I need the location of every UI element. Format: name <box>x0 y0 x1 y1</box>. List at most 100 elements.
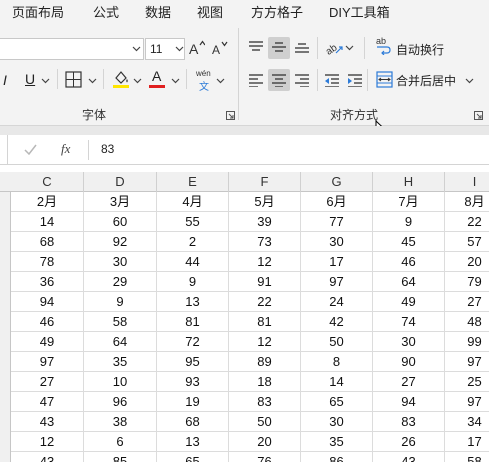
cell[interactable]: 85 <box>84 452 157 462</box>
column-header-e[interactable]: E <box>157 172 229 192</box>
cell[interactable]: 12 <box>11 432 84 452</box>
cell[interactable]: 49 <box>11 332 84 352</box>
cell[interactable]: 94 <box>373 392 445 412</box>
cell[interactable]: 19 <box>157 392 229 412</box>
cell[interactable]: 17 <box>301 252 373 272</box>
cell[interactable]: 34 <box>445 412 489 432</box>
cell[interactable]: 30 <box>84 252 157 272</box>
cell[interactable]: 64 <box>84 332 157 352</box>
cell[interactable]: 65 <box>157 452 229 462</box>
cell[interactable]: 64 <box>373 272 445 292</box>
cell[interactable]: 20 <box>445 252 489 272</box>
cell[interactable]: 7月 <box>373 192 445 212</box>
borders-icon[interactable] <box>65 71 82 88</box>
cell[interactable]: 2 <box>157 232 229 252</box>
cell[interactable]: 57 <box>445 232 489 252</box>
cell[interactable]: 96 <box>84 392 157 412</box>
cell[interactable]: 17 <box>445 432 489 452</box>
cell[interactable]: 65 <box>301 392 373 412</box>
cell[interactable]: 8 <box>301 352 373 372</box>
cell[interactable]: 73 <box>229 232 301 252</box>
phonetic-guide-bottom[interactable]: 文 <box>199 78 209 93</box>
cell[interactable]: 97 <box>11 352 84 372</box>
cell[interactable]: 94 <box>11 292 84 312</box>
tab-diy-toolbox[interactable]: DIY工具箱 <box>329 2 390 21</box>
cell[interactable]: 47 <box>11 392 84 412</box>
cell[interactable]: 42 <box>301 312 373 332</box>
align-left-icon[interactable] <box>248 73 264 87</box>
formula-input[interactable]: 83 <box>101 142 114 156</box>
cell[interactable]: 86 <box>301 452 373 462</box>
tab-formulas[interactable]: 公式 <box>93 2 119 21</box>
italic-button[interactable]: I <box>3 72 7 88</box>
chevron-down-icon[interactable] <box>132 46 141 52</box>
column-header-i[interactable]: I <box>445 172 489 192</box>
cell[interactable]: 72 <box>157 332 229 352</box>
cell[interactable]: 10 <box>84 372 157 392</box>
cell[interactable]: 22 <box>445 212 489 232</box>
cell[interactable]: 9 <box>157 272 229 292</box>
font-size-combobox[interactable]: 11 <box>145 38 185 60</box>
chevron-down-icon[interactable] <box>345 45 354 51</box>
cell[interactable]: 83 <box>373 412 445 432</box>
cell[interactable]: 3月 <box>84 192 157 212</box>
cell[interactable]: 77 <box>301 212 373 232</box>
tab-data[interactable]: 数据 <box>145 2 171 21</box>
cell[interactable]: 91 <box>229 272 301 292</box>
cell[interactable]: 68 <box>11 232 84 252</box>
cell[interactable]: 24 <box>301 292 373 312</box>
cell[interactable]: 29 <box>84 272 157 292</box>
decrease-font-size-icon[interactable]: A <box>212 40 228 56</box>
cell[interactable]: 55 <box>157 212 229 232</box>
cell[interactable]: 25 <box>445 372 489 392</box>
cell[interactable]: 58 <box>445 452 489 462</box>
cell[interactable]: 46 <box>11 312 84 332</box>
cell[interactable]: 22 <box>229 292 301 312</box>
tab-fangfang[interactable]: 方方格子 <box>251 2 303 21</box>
chevron-down-icon[interactable] <box>175 46 184 52</box>
cell[interactable]: 27 <box>445 292 489 312</box>
fill-color-icon[interactable] <box>112 69 130 89</box>
font-name-combobox[interactable] <box>0 38 144 60</box>
cell[interactable]: 6 <box>84 432 157 452</box>
decrease-indent-icon[interactable] <box>324 73 340 87</box>
cell[interactable]: 13 <box>157 432 229 452</box>
cell[interactable]: 43 <box>11 412 84 432</box>
cell[interactable]: 83 <box>229 392 301 412</box>
cell[interactable]: 81 <box>229 312 301 332</box>
cell[interactable]: 14 <box>301 372 373 392</box>
cell[interactable]: 74 <box>373 312 445 332</box>
cell[interactable]: 44 <box>157 252 229 272</box>
alignment-dialog-launcher-icon[interactable] <box>474 111 483 120</box>
merge-center-button[interactable]: 合并后居中 <box>376 70 476 92</box>
cell[interactable]: 2月 <box>11 192 84 212</box>
chevron-down-icon[interactable] <box>133 78 142 84</box>
cell[interactable]: 36 <box>11 272 84 292</box>
chevron-down-icon[interactable] <box>88 78 97 84</box>
cell[interactable]: 39 <box>229 212 301 232</box>
cell[interactable]: 79 <box>445 272 489 292</box>
name-box[interactable] <box>0 135 8 164</box>
column-header-d[interactable]: D <box>84 172 157 192</box>
align-bottom-icon[interactable] <box>294 40 310 54</box>
cell[interactable]: 81 <box>157 312 229 332</box>
cell[interactable]: 12 <box>229 252 301 272</box>
cell[interactable]: 60 <box>84 212 157 232</box>
cell[interactable]: 27 <box>11 372 84 392</box>
cell[interactable]: 78 <box>11 252 84 272</box>
cell[interactable]: 35 <box>84 352 157 372</box>
cell[interactable]: 58 <box>84 312 157 332</box>
cell[interactable]: 92 <box>84 232 157 252</box>
cell[interactable]: 26 <box>373 432 445 452</box>
font-dialog-launcher-icon[interactable] <box>226 111 235 120</box>
cell[interactable]: 4月 <box>157 192 229 212</box>
cell[interactable]: 27 <box>373 372 445 392</box>
wrap-text-button[interactable]: ab 自动换行 <box>376 36 456 60</box>
cell[interactable]: 93 <box>157 372 229 392</box>
increase-font-size-icon[interactable]: A <box>189 40 205 56</box>
column-header-c[interactable]: C <box>11 172 84 192</box>
cell[interactable]: 30 <box>301 232 373 252</box>
cell[interactable]: 45 <box>373 232 445 252</box>
align-right-icon[interactable] <box>294 73 310 87</box>
chevron-down-icon[interactable] <box>171 78 180 84</box>
